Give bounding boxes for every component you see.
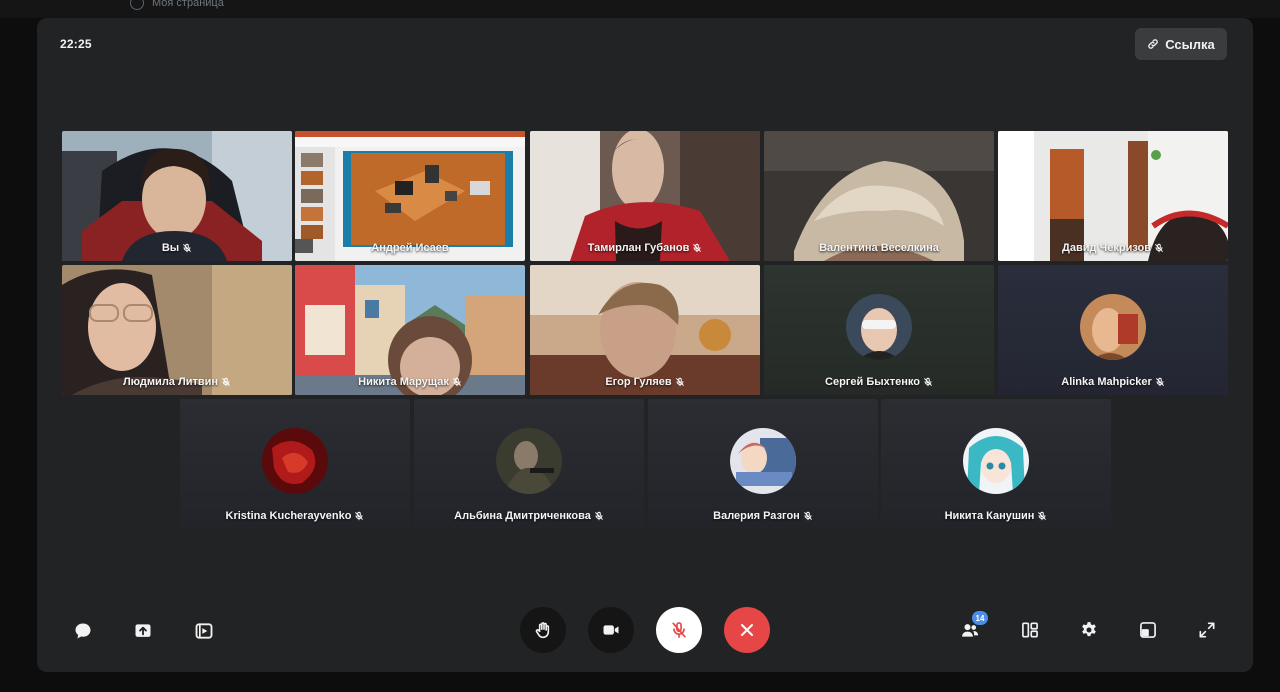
participant-name: Тамирлан Губанов [530, 242, 760, 254]
mic-muted-icon [1038, 511, 1047, 521]
participant-avatar [1080, 294, 1146, 360]
settings-button[interactable] [1076, 617, 1102, 643]
participant-tile[interactable]: Kristina Kucherayvenko [180, 399, 410, 529]
participant-tile[interactable]: Егор Гуляев [530, 265, 760, 395]
participant-name-text: Давид Чекризов [1061, 242, 1152, 254]
picture-in-picture-button[interactable] [1135, 617, 1161, 643]
participant-avatar [846, 294, 912, 360]
participant-name-text: Людмила Литвин [122, 376, 219, 388]
participant-name: Никита Марущак [295, 376, 525, 388]
raise-hand-icon [535, 622, 550, 639]
mic-muted-icon [1155, 377, 1164, 387]
participant-name-text: Kristina Kucherayvenko [225, 510, 352, 522]
call-window: 22:25 Ссылка Вы Андрей Исаев Тамирлан Гу… [37, 18, 1253, 672]
mic-muted-icon [675, 377, 684, 387]
mic-muted-icon [693, 243, 702, 253]
stream-button[interactable] [191, 618, 217, 644]
participant-tile[interactable]: Валерия Разгон [648, 399, 878, 529]
background-window: Моя страница [0, 0, 1280, 18]
mic-muted-icon [453, 377, 461, 387]
participant-tile[interactable]: Alinka Mahpicker [998, 265, 1228, 395]
participant-avatar [496, 428, 562, 494]
end-call-button[interactable] [724, 607, 770, 653]
participant-name: Kristina Kucherayvenko [180, 510, 410, 522]
participant-name: Валерия Разгон [648, 510, 878, 522]
screen-share-button[interactable] [130, 618, 156, 644]
participant-name: Alinka Mahpicker [998, 376, 1228, 388]
participant-name-text: Никита Канушин [944, 510, 1035, 522]
background-sidebar-label: Моя страница [152, 0, 224, 9]
participant-name: Егор Гуляев [530, 376, 760, 388]
camera-icon [603, 625, 619, 635]
participant-name: Никита Канушин [881, 510, 1111, 522]
mic-muted-icon [594, 511, 603, 521]
stream-icon [195, 623, 213, 639]
link-button-label: Ссылка [1165, 36, 1215, 52]
participant-tile[interactable]: Давид Чекризов [998, 131, 1228, 261]
layout-icon [1022, 622, 1038, 638]
mic-muted-icon [672, 622, 686, 638]
participant-name: Людмила Литвин [62, 376, 292, 388]
mic-muted-icon [1155, 243, 1163, 253]
participant-name: Валентина Веселкина [764, 242, 994, 254]
participant-tile[interactable]: Тамирлан Губанов [530, 131, 760, 261]
mic-muted-icon [355, 511, 364, 521]
participant-name: Давид Чекризов [998, 242, 1228, 254]
participant-name-text: Андрей Исаев [371, 242, 449, 254]
screen-share-icon [135, 624, 151, 637]
profile-icon [130, 0, 144, 10]
participant-name-text: Тамирлан Губанов [587, 242, 690, 254]
microphone-button[interactable] [656, 607, 702, 653]
participant-name-text: Сергей Быхтенко [825, 376, 920, 388]
mic-muted-icon [804, 511, 812, 521]
fullscreen-icon [1199, 622, 1215, 638]
fullscreen-button[interactable] [1194, 617, 1220, 643]
participant-tile[interactable]: Валентина Веселкина [764, 131, 994, 261]
participant-name: Сергей Быхтенко [764, 376, 994, 388]
participant-avatar [730, 428, 796, 494]
layout-button[interactable] [1017, 617, 1043, 643]
participants-button[interactable]: 14 [956, 611, 988, 643]
call-clock: 22:25 [60, 37, 92, 51]
participant-tile[interactable]: Людмила Литвин [62, 265, 292, 395]
link-button[interactable]: Ссылка [1135, 28, 1227, 60]
participant-tile[interactable]: Никита Марущак [295, 265, 525, 395]
participant-tile[interactable]: Никита Канушин [881, 399, 1111, 529]
participant-name-text: Егор Гуляев [605, 376, 672, 388]
participant-tile[interactable]: Альбина Дмитриченкова [414, 399, 644, 529]
participant-avatar [963, 428, 1029, 494]
raise-hand-button[interactable] [520, 607, 566, 653]
participant-avatar [262, 428, 328, 494]
chat-icon [75, 623, 91, 639]
participant-tile[interactable]: Сергей Быхтенко [764, 265, 994, 395]
participant-name-text: Альбина Дмитриченкова [454, 510, 591, 522]
participant-name-text: Вы [161, 242, 180, 254]
settings-icon [1082, 622, 1096, 637]
participant-name-text: Alinka Mahpicker [1061, 376, 1152, 388]
participant-tile[interactable]: Андрей Исаев [295, 131, 525, 261]
camera-button[interactable] [588, 607, 634, 653]
participant-name: Андрей Исаев [295, 242, 525, 254]
mic-muted-icon [222, 377, 230, 387]
participant-name: Альбина Дмитриченкова [414, 510, 644, 522]
participant-name-text: Валентина Веселкина [819, 242, 939, 254]
participant-name: Вы [62, 242, 292, 254]
participant-name-text: Никита Марущак [358, 376, 449, 388]
chat-button[interactable] [70, 618, 96, 644]
participant-name-text: Валерия Разгон [713, 510, 800, 522]
participant-tile[interactable]: Вы [62, 131, 292, 261]
link-icon [1148, 39, 1158, 49]
mic-muted-icon [924, 377, 932, 387]
pip-icon [1140, 622, 1156, 638]
background-sidebar-item: Моя страница [130, 0, 224, 10]
end-call-icon [741, 624, 753, 636]
participant-count-badge: 14 [972, 611, 988, 625]
mic-muted-icon [183, 243, 192, 253]
